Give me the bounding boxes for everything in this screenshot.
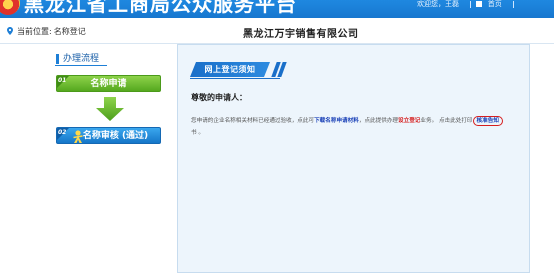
header-divider: [470, 0, 472, 8]
breadcrumb-label: 当前位置:: [17, 27, 52, 36]
download-materials-link[interactable]: 下载名称申请材料: [314, 118, 359, 124]
location-bar: 当前位置: 名称登记 黑龙江万宇销售有限公司: [0, 18, 554, 44]
step-name-apply[interactable]: 01 名称申请: [56, 75, 161, 92]
arrow-down-icon: [96, 97, 124, 121]
step-number: 02: [58, 129, 67, 136]
approval-notice-link[interactable]: 核准告知: [472, 116, 503, 126]
location-pin-icon: [7, 27, 13, 35]
step-number: 01: [58, 77, 67, 84]
flow-heading: 办理流程: [56, 51, 99, 64]
establish-registration-link[interactable]: 设立登记: [398, 118, 420, 124]
person-icon: [73, 130, 83, 143]
notice-text: 业务。 点击此处打印: [420, 118, 473, 124]
header-divider: [512, 0, 514, 8]
notice-body: 您申请的企业名称相关材料已经通过验收，点此可下载名称申请材料，点此提供办理设立登…: [191, 115, 529, 139]
site-title: 黑龙江省工商局公众服务平台: [24, 0, 297, 16]
step-name-review[interactable]: 02 名称审核 (通过): [56, 127, 161, 144]
home-link[interactable]: 首页: [488, 0, 502, 8]
welcome-text: 欢迎您，王磊: [417, 0, 459, 8]
notice-text: 您申请的企业名称相关材料已经通过验收，点此可: [191, 118, 315, 124]
notice-title: 网上登记须知: [190, 62, 270, 77]
notice-text: 书 。: [191, 130, 204, 136]
national-emblem-icon: [0, 0, 20, 15]
step-label: 名称申请: [90, 79, 127, 89]
notice-panel: 网上登记须知 尊敬的申请人： 您申请的企业名称相关材料已经通过验收，点此可下载名…: [177, 44, 530, 273]
greeting: 尊敬的申请人：: [191, 93, 247, 102]
top-header: 黑龙江省工商局公众服务平台 欢迎您，王磊 首页: [0, 0, 554, 18]
notice-text: ，点此提供办理: [358, 118, 399, 124]
heading-bar-icon: [56, 53, 59, 64]
breadcrumb: 当前位置: 名称登记: [17, 26, 86, 37]
breadcrumb-current[interactable]: 名称登记: [54, 27, 86, 36]
user-area: 欢迎您，王磊 首页: [417, 0, 517, 10]
company-title: 黑龙江万宇销售有限公司: [243, 29, 359, 40]
flow-heading-label: 办理流程: [63, 54, 100, 64]
heading-underline: [55, 65, 107, 66]
home-icon[interactable]: [476, 1, 483, 7]
step-label: 名称审核 (通过): [82, 131, 149, 141]
process-sidebar: 办理流程 01 名称申请 02 名称审核 (通过): [0, 44, 177, 273]
title-underline: [190, 78, 280, 79]
